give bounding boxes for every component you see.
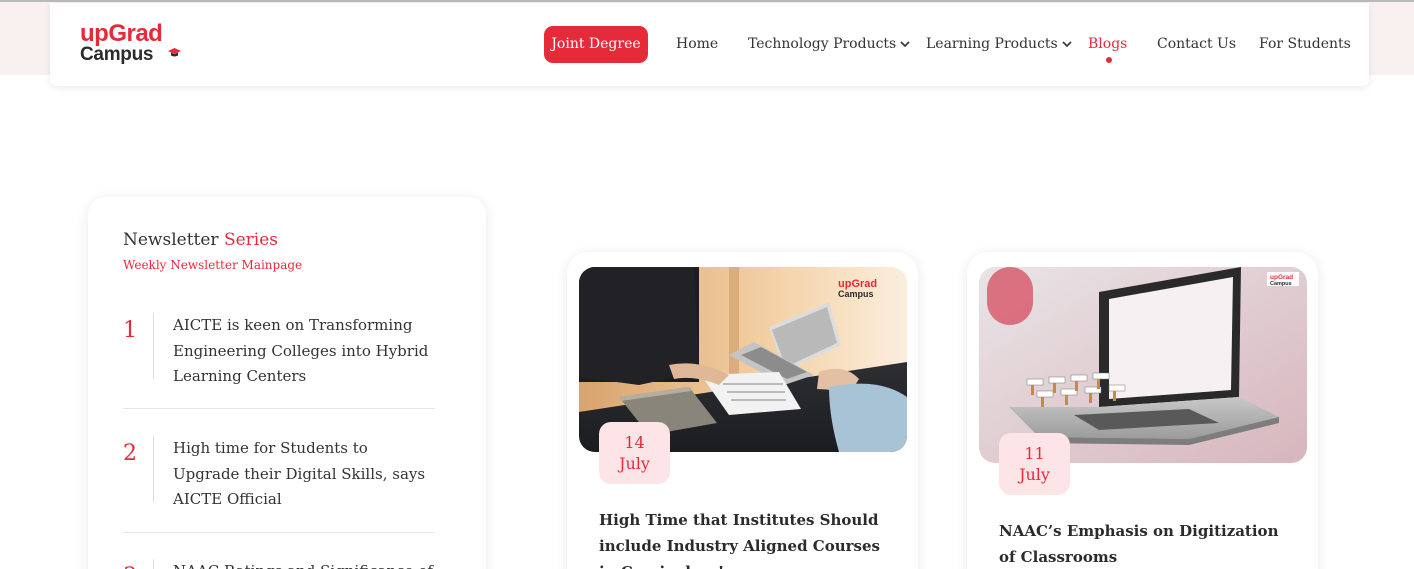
blog-post-card[interactable]: upGrad Campus 11 July NAAC’s Emphasis on…: [967, 252, 1318, 569]
joint-degree-button[interactable]: Joint Degree: [544, 26, 648, 63]
newsletter-series-panel: Newsletter Series Weekly Newsletter Main…: [88, 197, 486, 569]
nav-item-label: Contact Us: [1157, 36, 1237, 52]
newsletter-list-item[interactable]: 2 High time for Students to Upgrade thei…: [123, 436, 435, 508]
post-date-month: July: [1019, 465, 1050, 484]
nav-item-technology-products[interactable]: Technology Products: [748, 26, 910, 63]
newsletter-title-text: Newsletter: [123, 230, 219, 250]
newsletter-subtitle-link[interactable]: Weekly Newsletter Mainpage: [123, 258, 302, 272]
nav-item-label: Learning Products: [926, 36, 1058, 52]
list-item-divider: [153, 313, 154, 379]
list-separator: [123, 408, 435, 409]
list-item-title: AICTE is keen on Transforming Engineerin…: [173, 316, 429, 385]
image-logo-text: upGrad: [1270, 274, 1293, 281]
post-date-day: 11: [1024, 444, 1045, 463]
post-date-day: 14: [624, 433, 645, 452]
nav-item-label: For Students: [1259, 36, 1351, 52]
nav-item-label: Technology Products: [748, 36, 897, 52]
post-date-badge: 14 July: [599, 422, 670, 484]
active-nav-indicator: [1106, 57, 1112, 63]
newsletter-title-accent: Series: [223, 230, 279, 250]
graduation-cap-icon: [168, 48, 181, 57]
blog-post-card[interactable]: upGrad Campus 14 July High Time that Ins…: [567, 252, 918, 569]
nav-item-home[interactable]: Home: [676, 26, 718, 63]
chevron-down-icon: [1062, 41, 1072, 48]
upgrad-campus-logo[interactable]: upGrad Campus: [80, 21, 190, 71]
nav-item-learning-products[interactable]: Learning Products: [926, 26, 1072, 63]
post-title-link[interactable]: High Time that Institutes Should include…: [599, 507, 899, 569]
list-item-number: 1: [123, 318, 137, 343]
logo-campus-text: Campus: [80, 44, 154, 65]
nav-item-contact-us[interactable]: Contact Us: [1157, 26, 1236, 63]
list-item-number: 2: [123, 441, 137, 466]
list-item-divider: [153, 436, 154, 502]
list-item-title: NAAC Ratings and Significance of: [173, 559, 433, 569]
list-item-divider: [153, 559, 154, 569]
post-title-link[interactable]: NAAC’s Emphasis on Digitization of Class…: [999, 518, 1299, 569]
list-item-number: 3: [123, 564, 137, 569]
site-header: upGrad Campus Joint Degree Home Technolo…: [50, 3, 1369, 86]
newsletter-title: Newsletter Series: [123, 230, 278, 250]
chevron-down-icon: [900, 41, 910, 48]
list-item-title: High time for Students to Upgrade their …: [173, 439, 426, 508]
list-separator: [123, 532, 435, 533]
nav-item-label: Blogs: [1088, 36, 1128, 52]
nav-item-for-students[interactable]: For Students: [1259, 26, 1351, 63]
newsletter-list-item[interactable]: 1 AICTE is keen on Transforming Engineer…: [123, 313, 435, 385]
newsletter-list-item[interactable]: 3 NAAC Ratings and Significance of: [123, 559, 435, 569]
nav-item-label: Home: [676, 36, 719, 52]
post-date-month: July: [619, 454, 650, 473]
image-logo-text: Campus: [838, 289, 874, 299]
post-date-badge: 11 July: [999, 433, 1070, 495]
image-logo-text: Campus: [1270, 281, 1292, 287]
